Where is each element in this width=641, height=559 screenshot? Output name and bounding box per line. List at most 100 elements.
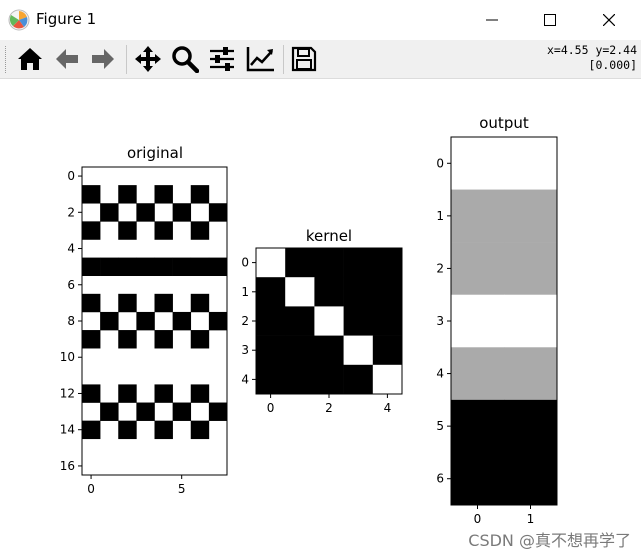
subplots-button[interactable] [206, 43, 238, 75]
original-cell [172, 257, 192, 277]
x-tick-label: 2 [325, 401, 333, 415]
original-cell [118, 257, 137, 277]
minimize-button[interactable] [463, 0, 521, 40]
original-cell [208, 311, 228, 331]
navigation-toolbar [0, 40, 641, 79]
original-cell [100, 257, 119, 277]
close-button[interactable] [580, 0, 638, 40]
x-tick-label: 4 [384, 401, 392, 415]
output-cell [451, 399, 505, 453]
kernel-cell [372, 335, 403, 366]
output-cell [504, 189, 558, 243]
original-cell [154, 257, 173, 277]
arrow-right-icon [92, 49, 114, 69]
original-cell [208, 203, 228, 222]
original-cell [82, 384, 101, 403]
kernel-axes[interactable]: kernel 0 1 2 3 4 0 2 4 [241, 227, 403, 415]
home-icon [18, 48, 42, 70]
original-cell [136, 203, 155, 222]
original-cell [82, 185, 101, 204]
sliders-icon [210, 47, 234, 71]
line-chart-icon [246, 47, 274, 72]
y-tick-label: 3 [241, 343, 249, 357]
original-cell [118, 420, 137, 440]
original-cell [118, 384, 137, 403]
original-cell [172, 402, 192, 421]
y-tick-label: 4 [241, 372, 249, 386]
kernel-cell [343, 335, 374, 366]
toolbar-separator [283, 45, 284, 74]
y-tick-label: 16 [60, 459, 75, 473]
output-cell [451, 242, 505, 296]
kernel-cell [314, 277, 344, 307]
maximize-icon [544, 14, 556, 26]
original-cell [100, 203, 119, 222]
original-cell [154, 330, 173, 349]
kernel-cell [314, 364, 344, 395]
original-cell [82, 257, 101, 277]
kernel-cell [285, 306, 315, 336]
y-tick-label: 0 [436, 156, 444, 170]
kernel-cell [256, 306, 286, 336]
original-cell [190, 384, 210, 403]
y-tick-label: 2 [436, 261, 444, 275]
floppy-disk-icon [291, 46, 317, 72]
x-tick-label: 0 [267, 401, 275, 415]
save-button[interactable] [288, 43, 320, 75]
close-icon [603, 14, 615, 26]
y-tick-label: 8 [67, 314, 75, 328]
y-tick-label: 2 [241, 314, 249, 328]
x-tick-label: 0 [474, 512, 482, 526]
kernel-cell [372, 306, 403, 336]
kernel-cell [343, 248, 374, 278]
y-tick-label: 10 [60, 350, 75, 364]
kernel-cell [285, 335, 315, 366]
original-title: original [127, 144, 183, 162]
pan-button[interactable] [132, 43, 164, 75]
original-cell [100, 402, 119, 421]
y-tick-label: 6 [436, 472, 444, 486]
forward-button[interactable] [87, 43, 119, 75]
back-button[interactable] [51, 43, 83, 75]
original-cell [136, 257, 155, 277]
y-tick-label: 1 [436, 209, 444, 223]
coords-value: [0.000] [588, 58, 637, 72]
kernel-cell [285, 364, 315, 395]
y-tick-label: 0 [241, 256, 249, 270]
kernel-cell [285, 277, 315, 307]
output-cell [504, 294, 558, 348]
output-axes[interactable]: output 0 1 2 3 4 5 6 0 1 [436, 114, 558, 526]
original-cell [208, 402, 228, 421]
kernel-title: kernel [306, 227, 352, 245]
maximize-button[interactable] [521, 0, 579, 40]
x-tick-label: 1 [527, 512, 535, 526]
window-title: Figure 1 [36, 10, 97, 28]
original-cell [154, 293, 173, 313]
original-axes[interactable]: original 0 2 4 6 8 10 12 14 16 0 5 [60, 144, 228, 496]
y-tick-label: 5 [436, 419, 444, 433]
zoom-button[interactable] [169, 43, 201, 75]
original-cell [82, 420, 101, 440]
minimize-icon [486, 19, 498, 21]
kernel-cell [343, 364, 374, 395]
home-button[interactable] [14, 43, 46, 75]
output-cell [451, 294, 505, 348]
original-cell [100, 311, 119, 331]
toolbar-separator [126, 45, 127, 74]
original-cell [154, 420, 173, 440]
y-tick-label: 4 [67, 242, 75, 256]
original-cell [190, 420, 210, 440]
output-cell [451, 452, 505, 506]
title-bar: Figure 1 [0, 0, 641, 40]
kernel-cell [372, 364, 403, 395]
arrow-left-icon [56, 49, 78, 69]
figure-canvas[interactable]: original 02468101214160 5 kernel 012340 2 4… [0, 79, 641, 559]
output-cell [451, 137, 505, 190]
output-cell [451, 189, 505, 243]
y-tick-label: 0 [67, 169, 75, 183]
kernel-cell [343, 306, 374, 336]
output-cell [504, 347, 558, 401]
original-cell [190, 221, 210, 240]
edit-axes-button[interactable] [245, 43, 277, 75]
output-title: output [479, 114, 529, 132]
